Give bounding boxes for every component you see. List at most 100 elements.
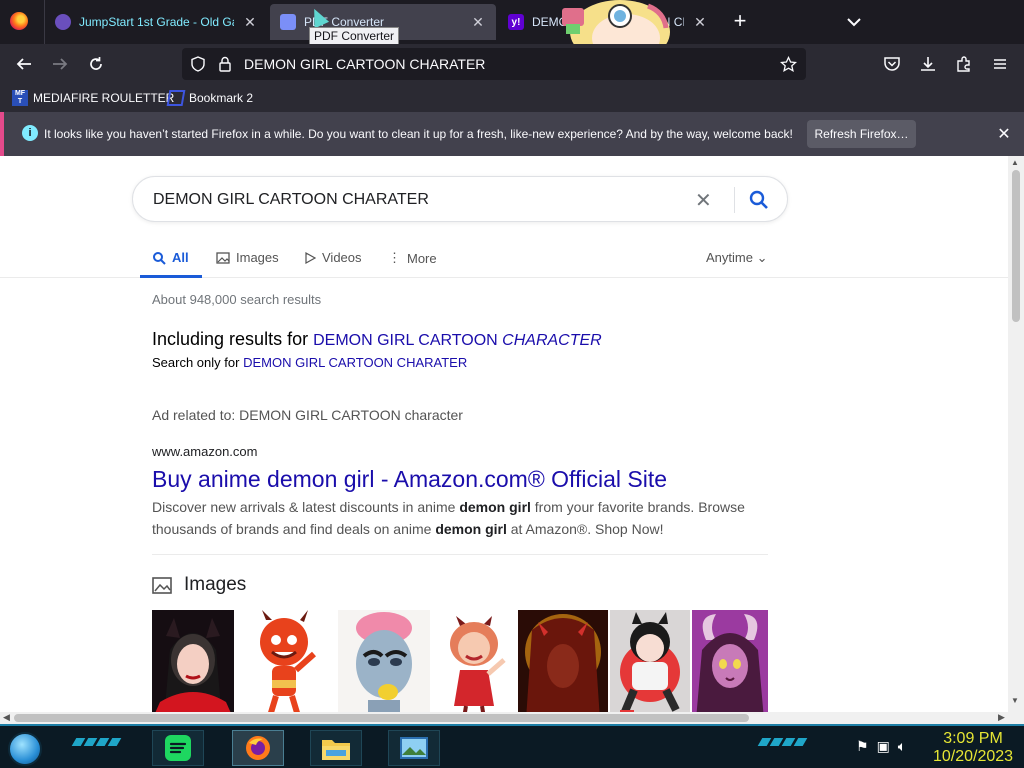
search-icon xyxy=(153,251,166,265)
bookmark-mediafire[interactable]: MF T MEDIAFIRE ROULETTER xyxy=(12,90,174,106)
tab-images[interactable]: Images xyxy=(216,250,279,265)
scrollbar-thumb[interactable] xyxy=(1012,170,1020,322)
scroll-down-icon[interactable]: ▼ xyxy=(1011,696,1019,705)
including-results: Including results for DEMON GIRL CARTOON… xyxy=(152,329,602,350)
ad-title-link[interactable]: Buy anime demon girl - Amazon.com® Offic… xyxy=(152,466,667,493)
extensions-icon[interactable] xyxy=(952,52,976,76)
ad-display-url[interactable]: www.amazon.com xyxy=(152,444,257,459)
refresh-notification-bar: i It looks like you haven’t started Fire… xyxy=(0,112,1024,156)
ad-related-label: Ad related to: DEMON GIRL CARTOON charac… xyxy=(152,407,463,423)
clock-time: 3:09 PM xyxy=(943,730,1003,747)
vertical-scrollbar[interactable]: ▲ ▼ xyxy=(1008,156,1024,712)
tab-jumpstart[interactable]: JumpStart 1st Grade - Old Gam ✕ xyxy=(44,0,268,44)
corrected-term-plain: DEMON GIRL CARTOON xyxy=(313,332,503,349)
refresh-firefox-button[interactable]: Refresh Firefox… xyxy=(807,120,916,148)
taskbar-clock[interactable]: 3:09 PM 10/20/2023 xyxy=(928,730,1018,766)
back-arrow-icon[interactable] xyxy=(12,52,36,76)
tab-videos[interactable]: Videos xyxy=(304,250,362,265)
search-input[interactable]: DEMON GIRL CARTOON CHARATER xyxy=(153,191,429,209)
bookmark-label: MEDIAFIRE ROULETTER xyxy=(33,91,175,105)
network-icon[interactable]: ▣ xyxy=(877,738,890,755)
tab-label: All xyxy=(172,250,189,265)
scroll-up-icon[interactable]: ▲ xyxy=(1011,158,1019,167)
search-divider xyxy=(734,187,735,213)
flag-icon[interactable]: ⚑ xyxy=(856,738,869,755)
taskbar: ⚑ ▣ 🔈︎ 3:09 PM 10/20/2023 xyxy=(0,724,1024,768)
bookmark-second[interactable]: Bookmark 2 xyxy=(166,90,253,106)
image-result-thumbnail[interactable] xyxy=(692,610,768,712)
file-explorer-taskbar-button[interactable] xyxy=(310,730,362,766)
notification-text: It looks like you haven’t started Firefo… xyxy=(44,127,793,141)
scroll-left-icon[interactable]: ◀ xyxy=(3,712,10,723)
horizontal-scrollbar[interactable]: ◀ ▶ xyxy=(0,712,1024,724)
images-heading: Images xyxy=(184,574,247,595)
spotify-icon xyxy=(165,735,191,761)
tab-label: More xyxy=(407,250,437,266)
download-icon[interactable] xyxy=(916,52,940,76)
corrected-query-link[interactable]: DEMON GIRL CARTOON CHARACTER xyxy=(313,332,602,349)
bookmarks-toolbar: MF T MEDIAFIRE ROULETTER Bookmark 2 xyxy=(0,84,1024,112)
plus-icon[interactable]: + xyxy=(728,10,752,32)
tab-label: Images xyxy=(236,250,279,265)
forward-arrow-icon[interactable] xyxy=(48,52,72,76)
ad-desc-bold: demon girl xyxy=(459,499,531,515)
image-results-row xyxy=(152,610,768,712)
mediafire-icon: MF T xyxy=(12,90,28,106)
spotify-taskbar-button[interactable] xyxy=(152,730,204,766)
clear-icon[interactable]: ✕ xyxy=(695,188,712,213)
images-section-header[interactable]: Images xyxy=(152,574,246,596)
tab-all[interactable]: All xyxy=(152,250,189,265)
section-divider xyxy=(152,554,768,555)
lock-icon[interactable] xyxy=(218,56,232,72)
search-icon[interactable] xyxy=(747,188,771,212)
start-button[interactable] xyxy=(8,732,42,766)
tab-tooltip: PDF Converter xyxy=(309,27,400,45)
photos-taskbar-button[interactable] xyxy=(388,730,440,766)
pocket-icon[interactable] xyxy=(880,52,904,76)
ad-desc-bold: demon girl xyxy=(435,521,507,537)
address-bar[interactable]: DEMON GIRL CARTOON CHARATER xyxy=(182,48,806,80)
search-only-for: Search only for DEMON GIRL CARTOON CHARA… xyxy=(152,355,467,370)
image-result-thumbnail[interactable] xyxy=(610,610,690,712)
image-result-thumbnail[interactable] xyxy=(236,610,336,712)
star-icon[interactable] xyxy=(780,56,797,73)
menu-icon[interactable] xyxy=(988,52,1012,76)
search-box[interactable]: DEMON GIRL CARTOON CHARATER ✕ xyxy=(132,176,788,222)
close-icon[interactable]: ✕ xyxy=(470,14,486,31)
search-only-prefix: Search only for xyxy=(152,355,240,370)
chevron-down-icon[interactable] xyxy=(844,12,864,32)
system-tray: ⚑ ▣ 🔈︎ xyxy=(856,738,906,755)
reload-icon[interactable] xyxy=(84,52,108,76)
close-icon[interactable]: ✕ xyxy=(242,14,258,31)
tab-more[interactable]: ⋮ More xyxy=(388,250,437,266)
shield-icon[interactable] xyxy=(190,56,206,72)
tab-title: JumpStart 1st Grade - Old Gam xyxy=(79,15,234,29)
clock-date: 10/20/2023 xyxy=(932,748,1014,765)
time-filter-dropdown[interactable]: Anytime ⌄ xyxy=(706,250,768,266)
taskbar-decoration xyxy=(71,738,122,748)
url-text[interactable]: DEMON GIRL CARTOON CHARATER xyxy=(244,56,485,72)
scroll-right-icon[interactable]: ▶ xyxy=(998,712,1005,723)
taskbar-decoration xyxy=(757,738,808,748)
image-result-thumbnail[interactable] xyxy=(152,610,234,712)
active-tab-indicator xyxy=(140,275,202,278)
info-icon: i xyxy=(22,125,38,141)
more-vertical-icon: ⋮ xyxy=(388,250,401,265)
yahoo-icon: y! xyxy=(508,14,524,30)
image-result-thumbnail[interactable] xyxy=(518,610,608,712)
scrollbar-thumb[interactable] xyxy=(14,714,749,722)
search-vertical-tabs: All Images Videos ⋮ More Anytime ⌄ xyxy=(0,240,1008,278)
volume-icon[interactable]: 🔈︎ xyxy=(898,738,906,755)
image-result-thumbnail[interactable] xyxy=(338,610,430,712)
close-icon[interactable]: ✕ xyxy=(994,124,1014,144)
search-results-page: DEMON GIRL CARTOON CHARATER ✕ All Images xyxy=(0,156,1008,712)
firefox-icon xyxy=(10,12,28,30)
ad-description: Discover new arrivals & latest discounts… xyxy=(152,496,768,540)
firefox-taskbar-button[interactable] xyxy=(232,730,284,766)
original-query-link[interactable]: DEMON GIRL CARTOON CHARATER xyxy=(243,355,467,370)
navigation-toolbar: DEMON GIRL CARTOON CHARATER xyxy=(0,44,1024,84)
image-result-thumbnail[interactable] xyxy=(432,610,516,712)
close-icon[interactable]: ✕ xyxy=(692,14,708,31)
image-icon xyxy=(152,576,172,594)
bookmark-icon xyxy=(166,90,186,106)
